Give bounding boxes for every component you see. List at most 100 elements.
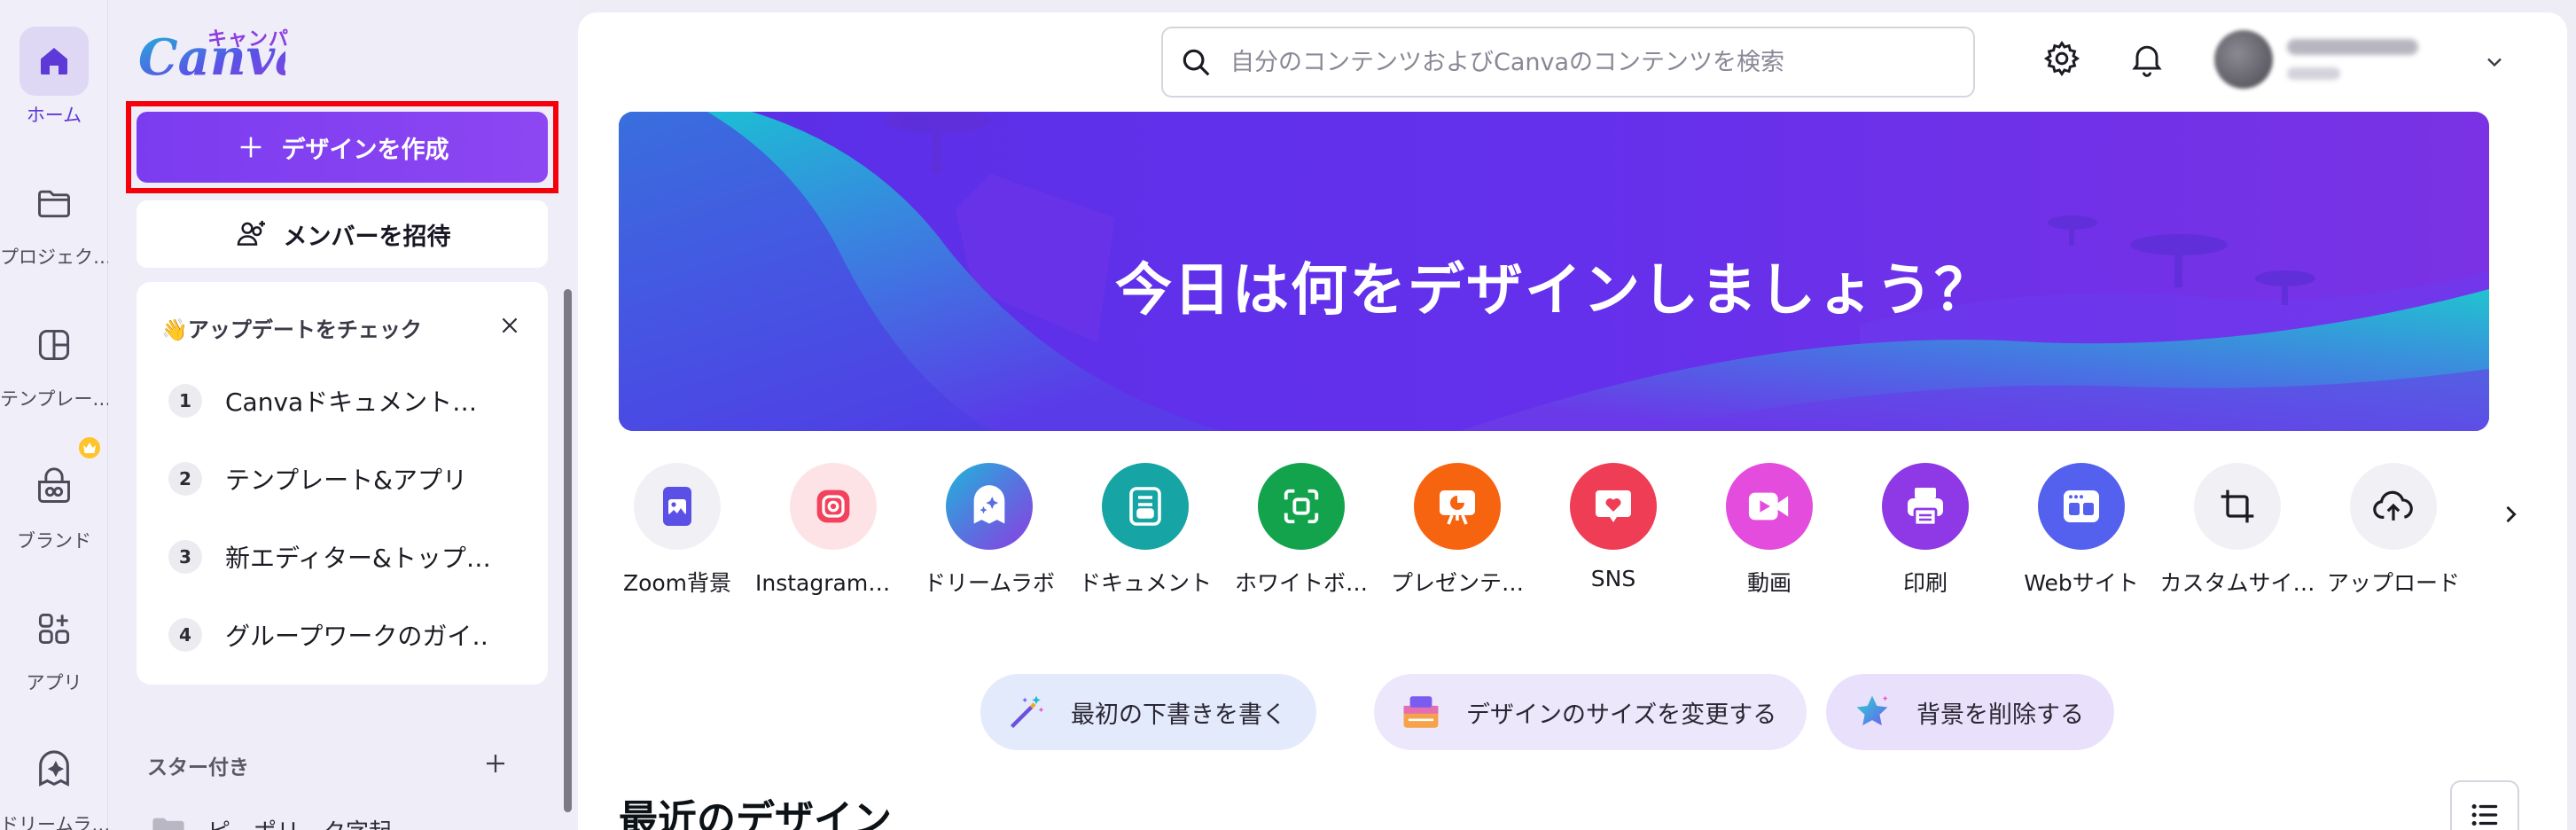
category-label: 印刷 — [1902, 570, 1948, 596]
document-icon — [1129, 487, 1161, 526]
rail-item-templates[interactable]: テンプレー… — [0, 310, 108, 411]
add-starred-icon[interactable] — [482, 750, 509, 777]
quick-action-remove-background[interactable]: 背景を削除する — [1826, 674, 2114, 750]
category-label: SNS — [1590, 566, 1636, 591]
category-print[interactable]: 印刷 — [1847, 463, 2003, 598]
folder-icon — [152, 818, 184, 830]
category-label: ドリームラボ — [923, 570, 1055, 596]
category-label: プレゼンテ… — [1390, 570, 1524, 596]
panel-scrollbar[interactable] — [564, 289, 572, 812]
hero-title: 今日は何をデザインしましょう？ — [1115, 258, 1993, 324]
category-label: Webサイト — [2024, 570, 2139, 596]
create-design-label: デザインを作成 — [281, 136, 449, 164]
update-item[interactable]: 3 新エディター&トップ… — [168, 532, 523, 582]
quick-action-label: 背景を削除する — [1916, 701, 2084, 729]
category-instagram[interactable]: Instagram投… — [755, 463, 911, 598]
folder-icon — [38, 190, 70, 218]
magic-wand-icon — [1010, 695, 1044, 729]
update-item[interactable]: 1 Canvaドキュメント… — [168, 376, 523, 426]
update-number: 1 — [168, 384, 202, 418]
dream-lab-icon — [973, 485, 1005, 524]
category-dream-lab[interactable]: ドリームラボ — [911, 463, 1067, 598]
category-upload[interactable]: アップロード — [2315, 463, 2471, 598]
zoom-background-icon — [663, 487, 691, 526]
category-sns[interactable]: SNS — [1535, 463, 1691, 591]
chevron-down-icon[interactable] — [2482, 50, 2507, 74]
category-label: カスタムサイ… — [2159, 570, 2315, 596]
crown-icon — [76, 435, 103, 461]
category-video[interactable]: 動画 — [1691, 463, 1847, 598]
updates-card: 👋アップデートをチェック 1 Canvaドキュメント… 2 テンプレート&アプリ… — [137, 282, 548, 685]
resize-icon — [1403, 696, 1439, 728]
sns-heart-icon — [1596, 490, 1631, 522]
account-avatar[interactable] — [2214, 30, 2273, 89]
category-presentation[interactable]: プレゼンテ… — [1379, 463, 1535, 598]
list-icon — [2471, 803, 2498, 826]
update-number: 3 — [168, 540, 202, 574]
quick-action-resize[interactable]: デザインのサイズを変更する — [1374, 674, 1807, 750]
recent-designs-title: 最近のデザイン — [619, 797, 892, 830]
website-icon — [2064, 490, 2099, 522]
home-icon — [41, 48, 67, 74]
list-view-toggle[interactable] — [2450, 780, 2519, 830]
logo-kana: キャンパ — [207, 28, 290, 51]
template-icon — [38, 329, 70, 361]
chevron-right-icon[interactable] — [2498, 502, 2523, 527]
category-website[interactable]: Webサイト — [2003, 463, 2159, 598]
starred-section-label: スター付き — [147, 756, 249, 779]
print-icon — [1908, 488, 1943, 527]
category-label: Instagram投… — [755, 570, 911, 596]
update-item[interactable]: 2 テンプレート&アプリ — [168, 454, 523, 504]
category-label: Zoom背景 — [622, 570, 732, 596]
close-icon[interactable] — [498, 314, 521, 337]
create-design-button[interactable]: デザインを作成 — [137, 112, 548, 183]
account-name-blurred — [2287, 39, 2418, 55]
rail-item-dream-lab[interactable]: ドリームラ… — [0, 736, 108, 830]
invite-members-button[interactable]: メンバーを招待 — [137, 200, 548, 268]
rail-item-projects[interactable]: プロジェク… — [0, 168, 108, 270]
upload-icon — [2373, 490, 2413, 521]
update-number: 4 — [168, 618, 202, 652]
apps-icon — [38, 613, 70, 645]
notifications-bell-icon[interactable] — [2127, 39, 2166, 78]
canva-logo[interactable]: Canva キャンパ — [135, 20, 288, 82]
add-people-icon — [237, 221, 265, 246]
update-label: Canvaドキュメント… — [225, 388, 478, 417]
rail-label-projects: プロジェク… — [0, 247, 108, 268]
starred-folder-item[interactable]: ピ…ポリ…ク字起 — [151, 814, 392, 830]
folder-label: ピ…ポリ…ク字起 — [207, 814, 392, 830]
rail-label-apps: アプリ — [26, 672, 82, 693]
category-document[interactable]: ドキュメント — [1067, 463, 1223, 598]
quick-action-label: デザインのサイズを変更する — [1466, 701, 1777, 729]
invite-members-label: メンバーを招待 — [283, 223, 451, 251]
rail-item-brand[interactable]: ブランド — [0, 435, 108, 553]
rail-label-templates: テンプレー… — [0, 388, 108, 410]
settings-gear-icon[interactable] — [2042, 39, 2081, 78]
rail-label-home: ホーム — [26, 105, 82, 126]
presentation-icon — [1440, 490, 1475, 525]
category-whiteboard[interactable]: ホワイトボ… — [1223, 463, 1379, 598]
left-rail: ホーム プロジェク… テンプレー… ブランド アプリ ドリームラ… — [0, 0, 108, 830]
search-bar[interactable] — [1161, 27, 1975, 98]
brand-icon — [38, 467, 70, 503]
star-remove-bg-icon — [1856, 695, 1888, 726]
category-custom-size[interactable]: カスタムサイ… — [2159, 463, 2315, 598]
side-panel: Canva キャンパ デザインを作成 メンバーを招待 👋アップデートをチェック … — [108, 0, 578, 830]
rail-label-dream-lab: ドリームラ… — [0, 814, 108, 830]
update-number: 2 — [168, 462, 202, 496]
hero-banner: 今日は何をデザインしましょう？ — [619, 112, 2489, 431]
quick-action-write-draft[interactable]: 最初の下書きを書く — [980, 674, 1316, 750]
rail-item-apps[interactable]: アプリ — [0, 594, 108, 695]
whiteboard-icon — [1284, 489, 1319, 524]
search-input[interactable] — [1230, 48, 1957, 76]
quick-action-label: 最初の下書きを書く — [1071, 701, 1286, 729]
update-item[interactable]: 4 グループワークのガイ… — [168, 610, 523, 660]
custom-size-icon — [2221, 489, 2254, 523]
search-icon — [1183, 49, 1210, 76]
updates-title: 👋アップデートをチェック — [161, 317, 422, 342]
rail-item-home[interactable]: ホーム — [0, 27, 108, 128]
update-label: 新エディター&トップ… — [225, 544, 491, 573]
category-zoom-background[interactable]: Zoom背景 — [599, 463, 755, 598]
update-label: テンプレート&アプリ — [225, 466, 467, 495]
category-label: 動画 — [1746, 570, 1791, 596]
